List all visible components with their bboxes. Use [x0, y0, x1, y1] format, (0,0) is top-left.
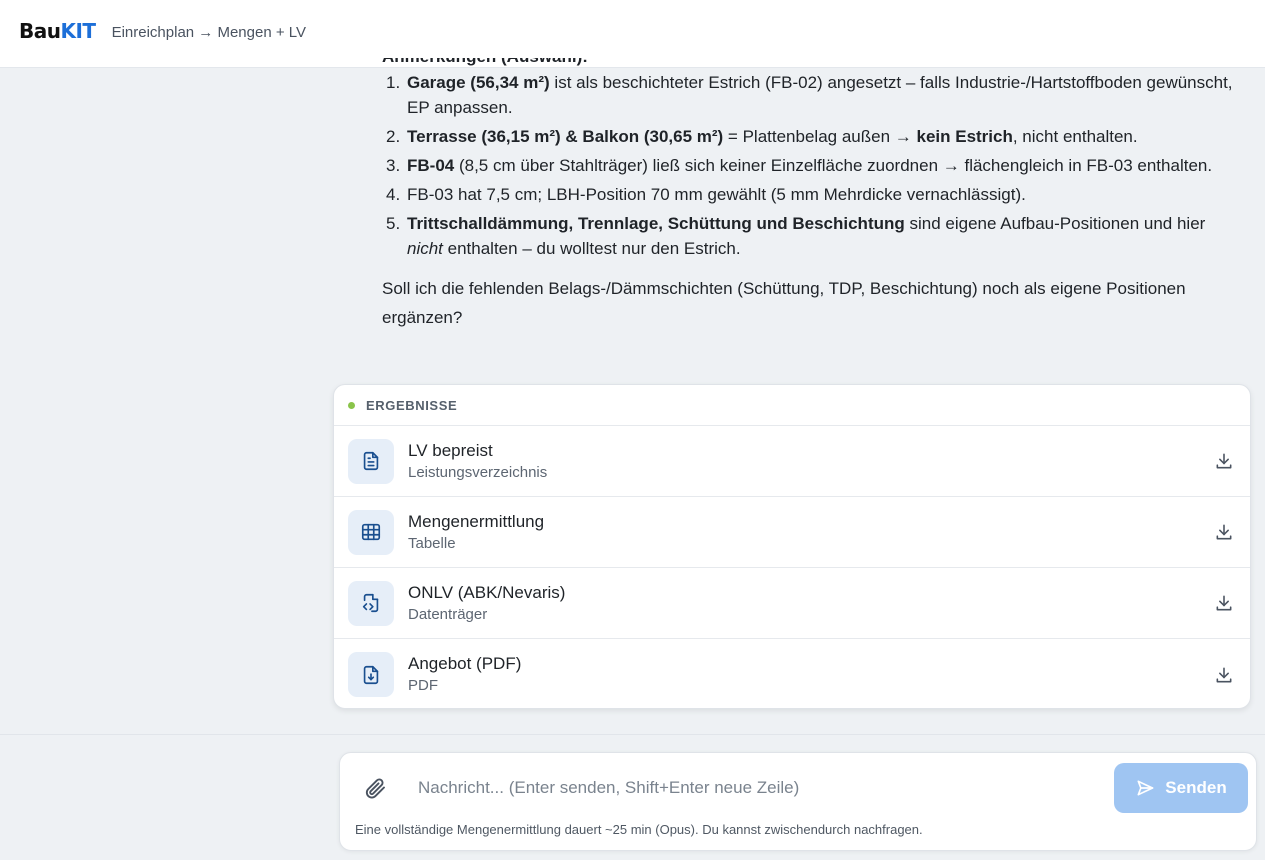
download-icon[interactable] [1212, 520, 1236, 544]
note-text-segment: sind eigene Aufbau-Positionen und hier [904, 214, 1206, 233]
paperclip-icon[interactable] [362, 775, 388, 801]
assistant-message: Anmerkungen (Auswahl): 1. Garage (56,34 m… [382, 58, 1242, 332]
note-text-segment: enthalten – du wolltest nur den Estrich. [442, 239, 741, 258]
note-item: 1. Garage (56,34 m²) ist als beschichtete… [382, 70, 1242, 120]
note-number: 1. [386, 73, 401, 92]
note-number: 4. [386, 185, 401, 204]
result-title: Angebot (PDF) [408, 654, 522, 673]
note-text-segment: = Plattenbelag außen → [723, 127, 917, 146]
note-text-segment: FB-04 [407, 156, 455, 175]
note-text-segment: (8,5 cm über Stahlträger) ließ sich kein… [454, 156, 1213, 175]
note-text-segment: nicht [407, 239, 443, 258]
note-text-segment: kein Estrich [916, 127, 1013, 146]
result-subtitle: Tabelle [408, 534, 456, 552]
result-subtitle: Datenträger [408, 605, 488, 623]
note-item: 3. FB-04 (8,5 cm über Stahlträger) ließ s… [382, 153, 1242, 178]
notes-list: 1. Garage (56,34 m²) ist als beschichtete… [382, 70, 1242, 261]
note-text-segment: FB-03 hat 7,5 cm; LBH-Position 70 mm gew… [407, 185, 1026, 204]
result-title: ONLV (ABK/Nevaris) [408, 582, 566, 602]
send-icon [1137, 780, 1154, 796]
composer-divider [0, 734, 1265, 735]
note-text-segment: Terrasse (36,15 m²) & Balkon (30,65 m²) [407, 127, 724, 146]
result-row-mengenermittlung[interactable]: Mengenermittlung Tabelle [334, 497, 1250, 568]
note-text-segment: Garage (56,34 m²) [407, 73, 550, 92]
note-number: 3. [386, 156, 401, 175]
send-button[interactable]: Senden [1114, 763, 1248, 813]
results-header: ERGEBNISSE [334, 385, 1250, 426]
download-icon[interactable] [1212, 449, 1236, 473]
app-logo[interactable]: BauKIT [19, 19, 96, 43]
note-item: 4. FB-03 hat 7,5 cm; LBH-Position 70 mm g… [382, 182, 1242, 207]
result-subtitle: Leistungsverzeichnis [408, 463, 548, 481]
result-row-onlv[interactable]: ONLV (ABK/Nevaris) Datenträger [334, 568, 1250, 639]
followup-question: Soll ich die fehlenden Belags-/Dämmschic… [382, 279, 1186, 327]
status-dot-icon [348, 401, 355, 409]
result-row-angebot-pdf[interactable]: Angebot (PDF) PDF [334, 639, 1250, 708]
note-item: 2. Terrasse (36,15 m²) & Balkon (30,65 m²… [382, 124, 1242, 149]
message-input[interactable] [418, 773, 1098, 803]
results-heading: ERGEBNISSE [366, 397, 458, 413]
send-label: Senden [1165, 778, 1227, 797]
result-row-lv-bepreist[interactable]: LV bepreist Leistungsverzeichnis [334, 426, 1250, 497]
document-text-icon [348, 438, 394, 484]
note-number: 2. [386, 127, 401, 146]
code-file-icon [348, 580, 394, 626]
logo-text-kit: KIT [60, 18, 96, 43]
result-title: LV bepreist [408, 440, 493, 460]
results-card: ERGEBNISSE LV bepreist Leistungsverzeich… [333, 384, 1251, 709]
note-text-segment: Trittschalldämmung, Trennlage, Schüttung… [407, 214, 905, 233]
message-composer: Senden Eine vollständige Mengenermittlun… [339, 752, 1257, 851]
table-icon [348, 509, 394, 555]
note-number: 5. [386, 214, 401, 233]
file-download-icon [348, 652, 394, 697]
composer-hint: Eine vollständige Mengenermittlung dauer… [355, 822, 923, 837]
note-text-segment: , nicht enthalten. [1012, 127, 1138, 146]
download-icon[interactable] [1212, 591, 1236, 615]
partial-heading: Anmerkungen (Auswahl): [382, 58, 1242, 70]
result-subtitle: PDF [408, 677, 438, 694]
result-title: Mengenermittlung [408, 511, 545, 531]
logo-text-bau: Bau [19, 18, 61, 43]
breadcrumb: Einreichplan → Mengen + LV [111, 24, 306, 41]
note-item: 5. Trittschalldämmung, Trennlage, Schüttu… [382, 211, 1242, 261]
download-icon[interactable] [1212, 663, 1236, 687]
